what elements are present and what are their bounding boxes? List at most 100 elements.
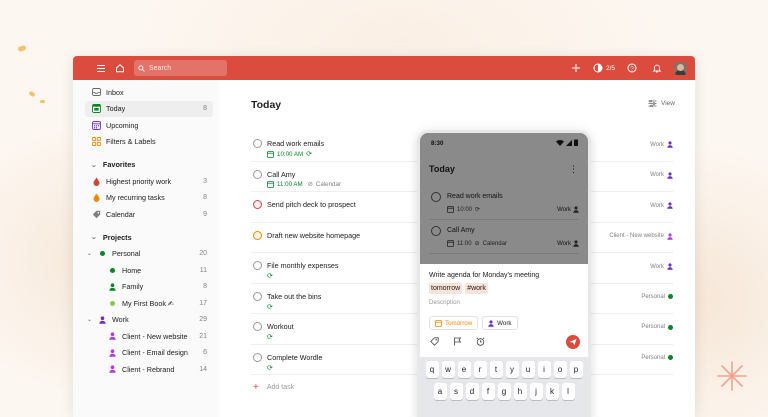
search-placeholder: Search	[149, 64, 172, 72]
sidebar-project-family[interactable]: Family 8	[85, 279, 213, 296]
person-icon	[107, 365, 117, 374]
task-project[interactable]: Personal	[641, 355, 673, 361]
key-s[interactable]: s	[449, 383, 463, 400]
calendar-icon	[447, 206, 454, 213]
task-checkbox[interactable]	[253, 291, 262, 301]
plus-icon[interactable]	[568, 60, 584, 76]
sidebar-project-my-first-book[interactable]: My First Book ✍ 17	[85, 295, 213, 312]
sidebar-item-label: Work	[112, 315, 129, 325]
label-tag[interactable]: #work	[465, 283, 488, 294]
sidebar-item-inbox[interactable]: Inbox	[85, 84, 213, 101]
key-i[interactable]: i	[537, 361, 551, 378]
person-icon	[107, 283, 117, 291]
date-tag[interactable]: tomorrow	[429, 283, 463, 294]
sidebar-item-label: Upcoming	[106, 120, 139, 130]
sidebar-item-label: Client - New website	[122, 331, 188, 341]
key-y[interactable]: y	[505, 361, 519, 378]
more-icon[interactable]: ⋮	[569, 164, 578, 175]
task-title: Call Amy	[267, 169, 296, 179]
task-checkbox[interactable]	[431, 226, 441, 236]
send-button[interactable]	[566, 335, 580, 349]
task-checkbox[interactable]	[253, 261, 262, 270]
sidebar-item-recurring-tasks[interactable]: My recurring tasks 8	[85, 190, 213, 207]
chevron-down-icon: ⌄	[87, 251, 93, 258]
key-w[interactable]: w	[441, 361, 455, 378]
task-checkbox-priority-1[interactable]	[253, 200, 262, 209]
task-checkbox-priority-2[interactable]	[253, 230, 262, 240]
menu-icon[interactable]	[93, 60, 109, 76]
sidebar-project-client-email-design[interactable]: Client - Email design 6	[85, 345, 213, 362]
task-project[interactable]: Work	[650, 171, 673, 179]
key-q[interactable]: q	[425, 361, 439, 378]
due-date-chip[interactable]: Tomorrow	[429, 316, 479, 330]
task-project[interactable]: Client - New website	[609, 232, 673, 240]
project-chip-label: Work	[497, 319, 512, 327]
key-o[interactable]: o	[553, 361, 567, 378]
label-icon[interactable]	[430, 337, 439, 346]
send-icon	[569, 338, 577, 346]
calendar-icon	[447, 240, 454, 247]
sparkle-decoration	[717, 361, 747, 391]
projects-title: Projects	[102, 232, 132, 242]
key-d[interactable]: d	[465, 383, 479, 400]
task-project[interactable]: Work	[650, 263, 673, 270]
sidebar-project-work[interactable]: ⌄ Work 29	[85, 312, 213, 329]
sidebar-item-today[interactable]: Today 8	[85, 100, 213, 117]
alarm-icon[interactable]	[476, 337, 485, 346]
sidebar-item-upcoming[interactable]: Upcoming	[85, 117, 213, 134]
phone-clock: 8:30	[431, 140, 444, 147]
task-project[interactable]: Work	[650, 202, 673, 209]
task-project[interactable]: Work	[650, 141, 673, 148]
sidebar-item-calendar[interactable]: Calendar 9	[85, 206, 213, 223]
key-f[interactable]: f	[481, 383, 495, 400]
phone-task-row[interactable]: Read work emails 10:00 ⟳ Work	[429, 187, 579, 220]
task-project[interactable]: Personal	[641, 294, 673, 300]
person-icon	[667, 171, 673, 179]
task-checkbox[interactable]	[253, 322, 262, 331]
sidebar-item-label: Inbox	[106, 87, 124, 97]
sidebar-project-personal[interactable]: ⌄ Personal 20	[85, 246, 213, 263]
task-checkbox[interactable]	[431, 192, 441, 202]
key-t[interactable]: t	[489, 361, 503, 378]
help-icon[interactable]: ?	[624, 60, 640, 76]
description-input[interactable]: Description	[429, 299, 460, 306]
phone-task-row[interactable]: Call Amy 11:00 ⊘ Calendar Work	[429, 221, 579, 254]
view-button[interactable]: View	[648, 100, 675, 107]
key-g[interactable]: g	[497, 383, 511, 400]
sidebar-project-client-rebrand[interactable]: Client - Rebrand 14	[85, 361, 213, 378]
task-project[interactable]: Personal	[641, 324, 673, 330]
search-input[interactable]: Search	[134, 60, 227, 76]
avatar[interactable]	[674, 61, 687, 75]
task-checkbox[interactable]	[253, 169, 262, 179]
key-u[interactable]: u	[521, 361, 535, 378]
task-calendar-label: Calendar	[315, 180, 341, 188]
person-icon	[573, 240, 579, 247]
key-l[interactable]: l	[561, 383, 575, 400]
drop-icon	[91, 177, 101, 186]
task-checkbox[interactable]	[253, 352, 262, 362]
home-icon[interactable]	[112, 60, 128, 76]
view-label: View	[661, 100, 675, 107]
sidebar-project-home[interactable]: Home 11	[85, 262, 213, 279]
projects-header[interactable]: ⌄ Projects	[85, 229, 213, 246]
key-h[interactable]: h	[513, 383, 527, 400]
key-j[interactable]: j	[529, 383, 543, 400]
karma-button[interactable]: 2/5	[593, 63, 615, 73]
bell-icon[interactable]	[649, 60, 665, 76]
flag-icon[interactable]	[453, 337, 462, 346]
sidebar-item-filters-labels[interactable]: Filters & Labels	[85, 134, 213, 151]
key-r[interactable]: r	[473, 361, 487, 378]
key-k[interactable]: k	[545, 383, 559, 400]
person-icon	[573, 206, 579, 213]
key-a[interactable]: a	[433, 383, 447, 400]
sidebar-item-highest-priority[interactable]: Highest priority work 3	[85, 173, 213, 190]
task-checkbox[interactable]	[253, 139, 262, 148]
key-e[interactable]: e	[457, 361, 471, 378]
key-p[interactable]: p	[569, 361, 583, 378]
favorites-header[interactable]: ⌄ Favorites	[85, 156, 213, 173]
task-name-input[interactable]: Write agenda for Monday's meeting	[429, 272, 539, 279]
recurring-icon: ⟳	[267, 364, 273, 372]
project-chip[interactable]: Work	[482, 316, 518, 330]
sidebar-project-client-new-website[interactable]: Client - New website 21	[85, 328, 213, 345]
favorites-title: Favorites	[102, 160, 136, 169]
